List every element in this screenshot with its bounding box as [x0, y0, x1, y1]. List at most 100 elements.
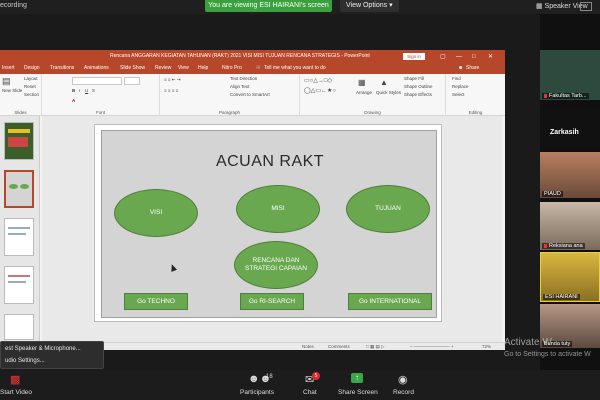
shape-effects-button[interactable]: Shape Effects [404, 92, 432, 97]
chat-badge: 5 [312, 372, 320, 380]
arrange-icon[interactable]: ▦ [358, 78, 366, 87]
audio-settings-item[interactable]: udio Settings... [5, 358, 45, 364]
zoom-slider[interactable]: – ———————— + [410, 344, 454, 349]
editing-group-label: Editing [468, 110, 483, 115]
drawing-group-label: Drawing [364, 110, 381, 115]
share-screen-button[interactable]: Share Screen [338, 389, 378, 396]
sign-in-button[interactable]: Sign in [403, 53, 425, 60]
bullets-icon[interactable]: ≡ ≡ ⇤ ⇥ [164, 77, 181, 83]
zoom-level[interactable]: 72% [482, 344, 491, 349]
go-techno-button[interactable]: Go TECHNO [124, 293, 188, 310]
participant-tile[interactable]: PIAUD [540, 152, 600, 198]
view-mode-icons[interactable]: □ ▦ ▤ ▷ [366, 344, 384, 350]
view-options-label: View Options [346, 2, 388, 9]
mic-muted-icon [544, 93, 547, 98]
participant-name: Reksiana ana [542, 243, 585, 249]
replace-button[interactable]: Replace [452, 84, 469, 89]
align-icons[interactable]: ≡ ≡ ≡ ≡ [164, 88, 178, 93]
tell-me-search[interactable]: Tell me what you want to do [264, 65, 326, 71]
tab-transitions[interactable]: Transitions [50, 65, 74, 71]
new-slide-button[interactable]: New Slide [2, 88, 22, 93]
oval-visi[interactable]: VISI [114, 189, 198, 237]
powerpoint-window: Rencana ANGGARAN KEGIATAN TAHUNAN (RAKT)… [0, 50, 505, 350]
tab-nitro-pro[interactable]: Nitro Pro [222, 65, 242, 71]
find-button[interactable]: Find [452, 76, 461, 81]
slide-canvas: ACUAN RAKT VISI MISI TUJUAN RENCANA DAN … [42, 116, 502, 342]
tab-slide-show[interactable]: Slide Show [120, 65, 145, 71]
font-name-box[interactable] [72, 77, 122, 85]
font-color-icon[interactable]: A [72, 98, 75, 103]
record-icon[interactable]: ◉ [398, 373, 408, 386]
notes-button[interactable]: Notes [302, 344, 314, 349]
reset-button[interactable]: Reset [24, 84, 36, 89]
drawing-group: ▭○△→□◇ ◯△▭←★○ ▦ Arrange ▲ Quick Styles S… [300, 74, 446, 116]
participant-tile[interactable]: Fakultas Tarb... [540, 50, 600, 100]
chevron-down-icon: ▾ [389, 2, 393, 9]
participant-name: PIAUD [542, 191, 563, 197]
participants-button[interactable]: Participants [240, 389, 274, 396]
tab-design[interactable]: Design [24, 65, 40, 71]
arrange-button[interactable]: Arrange [356, 90, 372, 95]
slide-thumbnail[interactable] [4, 266, 34, 304]
chat-button[interactable]: Chat [303, 389, 317, 396]
thumb-graphic [8, 137, 28, 147]
video-off-icon[interactable]: ▩ [10, 373, 20, 386]
layout-button[interactable]: Layout [24, 76, 38, 81]
tab-view[interactable]: View [178, 65, 189, 71]
text-direction-button[interactable]: Text Direction [230, 76, 257, 81]
underline-icon[interactable]: U [85, 88, 88, 93]
slide-thumbnail[interactable] [4, 314, 34, 340]
mic-muted-icon [544, 243, 547, 248]
paragraph-group-label: Paragraph [218, 110, 240, 115]
record-button[interactable]: Record [393, 389, 414, 396]
fullscreen-icon[interactable] [580, 2, 592, 11]
slide-thumbnail-active[interactable] [4, 170, 34, 208]
align-text-button[interactable]: Align Text [230, 84, 249, 89]
shape-outline-button[interactable]: Shape Outline [404, 84, 433, 89]
shapes-gallery-icon-2[interactable]: ◯△▭←★○ [304, 87, 336, 94]
activate-windows-hint: Go to Settings to activate W [504, 351, 591, 358]
participants-count: 18 [266, 374, 273, 380]
participant-tile[interactable]: Reksiana ana [540, 202, 600, 250]
participant-tile[interactable]: Zarkasih [540, 110, 600, 148]
test-speaker-mic-item[interactable]: est Speaker & Microphone... [5, 346, 81, 352]
slide-thumbnail[interactable] [4, 122, 34, 160]
thumb-text-line [8, 275, 30, 277]
bold-icon[interactable]: B [72, 88, 75, 93]
person-icon: ☻ [458, 65, 464, 71]
thumb-text-line [8, 233, 26, 235]
share-button[interactable]: Share [466, 65, 479, 71]
shapes-gallery-icon[interactable]: ▭○△→□◇ [304, 77, 332, 84]
shadow-icon[interactable]: S [92, 88, 95, 93]
oval-tujuan[interactable]: TUJUAN [346, 185, 430, 233]
go-international-button[interactable]: Go INTERNATIONAL [348, 293, 432, 310]
participant-name: ESI HAIRANI [543, 294, 580, 300]
participant-tile-active-speaker[interactable]: ESI HAIRANI [540, 252, 600, 302]
new-slide-icon[interactable]: ▤ [2, 76, 11, 87]
tab-animations[interactable]: Animations [84, 65, 109, 71]
ppt-window-title: Rencana ANGGARAN KEGIATAN TAHUNAN (RAKT)… [110, 53, 370, 59]
font-size-box[interactable] [124, 77, 140, 85]
tab-help[interactable]: Help [198, 65, 208, 71]
quick-styles-button[interactable]: Quick Styles [376, 90, 401, 95]
go-research-button[interactable]: Go RI-SEARCH [240, 293, 304, 310]
grid-icon: ▦ [536, 3, 543, 10]
comments-button[interactable]: Comments [328, 344, 350, 349]
convert-smartart-button[interactable]: Convert to SmartArt [230, 92, 270, 97]
tab-insert[interactable]: Insert [2, 65, 15, 71]
oval-rencana-strategi[interactable]: RENCANA DAN STRATEGI CAPAIAN [234, 241, 318, 289]
quick-styles-icon[interactable]: ▲ [380, 78, 388, 87]
participants-video-panel: Fakultas Tarb... Zarkasih PIAUD Reksiana… [540, 14, 600, 370]
shape-fill-button[interactable]: Shape Fill [404, 76, 424, 81]
tab-review[interactable]: Review [155, 65, 171, 71]
participant-name: Zarkasih [550, 129, 579, 136]
oval-misi[interactable]: MISI [236, 185, 320, 233]
share-screen-icon[interactable]: ↑ [351, 373, 363, 383]
section-button[interactable]: Section [24, 92, 39, 97]
italic-icon[interactable]: I [79, 88, 80, 93]
start-video-button[interactable]: Start Video [0, 389, 32, 396]
select-button[interactable]: Select [452, 92, 465, 97]
slide-thumbnail[interactable] [4, 218, 34, 256]
view-options-button[interactable]: View Options ▾ [340, 0, 399, 12]
participant-name-text: Reksiana ana [549, 243, 583, 249]
